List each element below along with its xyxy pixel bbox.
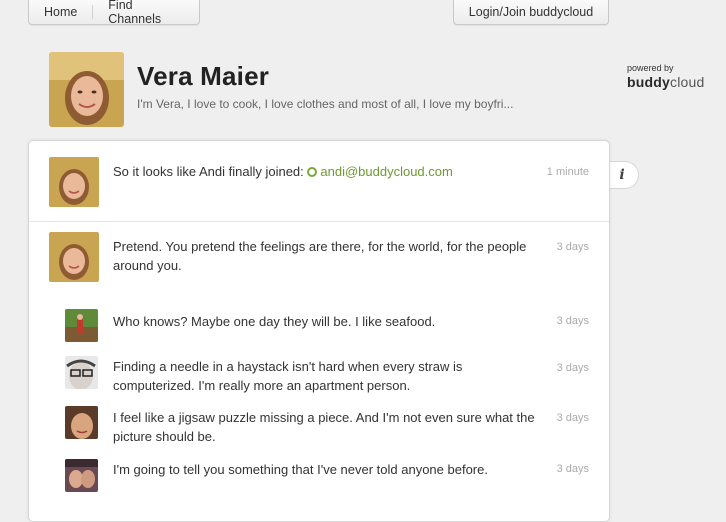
nav-find-channels-link[interactable]: Find Channels: [93, 0, 199, 26]
comment-text: I'm going to tell you something that I'v…: [113, 462, 488, 477]
comment-timestamp: 3 days: [556, 412, 589, 424]
channel-stream: So it looks like Andi finally joined: an…: [28, 140, 610, 522]
comment-avatar[interactable]: [65, 406, 98, 439]
post-divider: [29, 221, 609, 222]
brand-light: cloud: [670, 74, 705, 90]
powered-by-logo[interactable]: powered by buddycloud: [627, 63, 704, 90]
comment-text: I feel like a jigsaw puzzle missing a pi…: [113, 410, 535, 444]
post-text: So it looks like Andi finally joined: an…: [113, 162, 533, 181]
post-body: So it looks like Andi finally joined:: [113, 164, 308, 179]
comment-timestamp: 3 days: [556, 315, 589, 327]
comment-avatar[interactable]: [65, 309, 98, 342]
info-toggle-button[interactable]: i: [606, 161, 639, 189]
comment-avatar[interactable]: [65, 459, 98, 492]
comment-timestamp: 3 days: [556, 463, 589, 475]
post-text: Pretend. You pretend the feelings are th…: [113, 239, 527, 273]
comment-avatar[interactable]: [65, 356, 98, 389]
comment-text: Who knows? Maybe one day they will be. I…: [113, 314, 436, 329]
powered-by-text: powered by: [627, 63, 674, 73]
comment-timestamp: 3 days: [556, 362, 589, 374]
post-avatar[interactable]: [49, 232, 99, 282]
user-mention-link[interactable]: andi@buddycloud.com: [320, 164, 452, 179]
nav-home-link[interactable]: Home: [29, 5, 92, 19]
post-avatar[interactable]: [49, 157, 99, 207]
brand-bold: buddy: [627, 74, 670, 90]
info-icon: i: [619, 167, 625, 183]
online-status-icon: [307, 167, 318, 177]
login-join-label: Login/Join buddycloud: [468, 5, 594, 19]
brand-wordmark: buddycloud: [627, 75, 704, 89]
main-nav: Home Find Channels: [28, 0, 200, 26]
profile-avatar[interactable]: [49, 52, 124, 127]
post-timestamp: 3 days: [556, 241, 589, 253]
post-timestamp: 1 minute: [546, 166, 589, 178]
comment-text: Finding a needle in a haystack isn't har…: [113, 359, 463, 393]
profile-name: Vera Maier: [137, 61, 270, 91]
login-join-button[interactable]: Login/Join buddycloud: [453, 0, 609, 25]
profile-bio: I'm Vera, I love to cook, I love clothes…: [137, 97, 514, 111]
